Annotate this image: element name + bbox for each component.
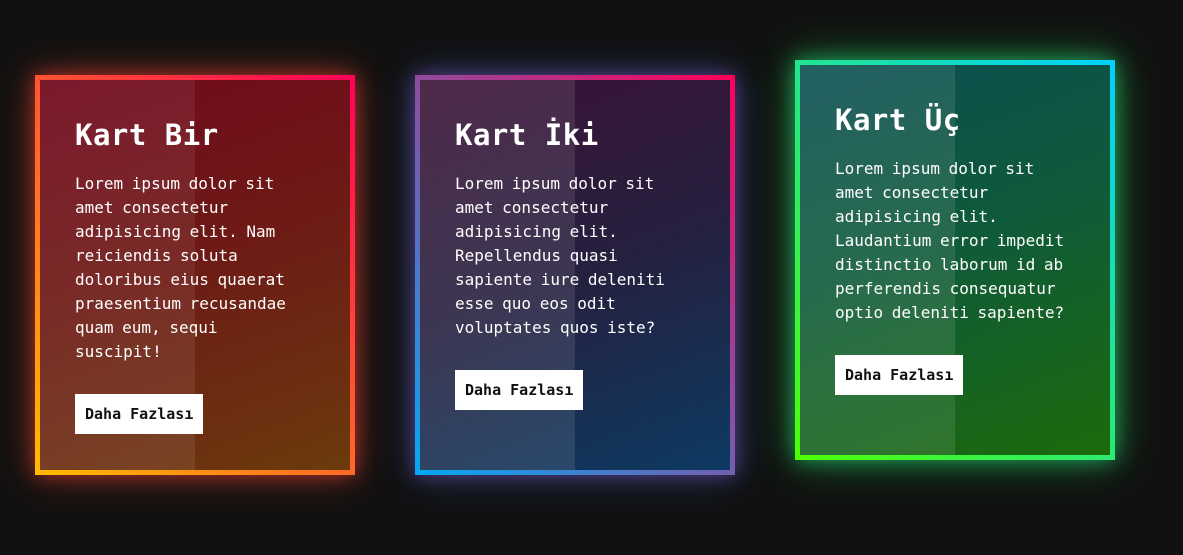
card-one-read-more-button[interactable]: Daha Fazlası: [75, 394, 204, 434]
card-one: Kart Bir Lorem ipsum dolor sit amet cons…: [35, 75, 355, 475]
card-three-read-more-button[interactable]: Daha Fazlası: [835, 355, 964, 395]
card-two-content: Kart İki Lorem ipsum dolor sit amet cons…: [420, 80, 730, 410]
card-three-title: Kart Üç: [835, 103, 961, 137]
card-one-text: Lorem ipsum dolor sit amet consectetur a…: [75, 174, 286, 361]
card-three-content: Kart Üç Lorem ipsum dolor sit amet conse…: [800, 65, 1110, 395]
card-three: Kart Üç Lorem ipsum dolor sit amet conse…: [795, 60, 1115, 460]
card-two: Kart İki Lorem ipsum dolor sit amet cons…: [415, 75, 735, 475]
card-one-content: Kart Bir Lorem ipsum dolor sit amet cons…: [40, 80, 350, 434]
card-two-read-more-button[interactable]: Daha Fazlası: [455, 370, 584, 410]
card-two-title: Kart İki: [455, 118, 599, 152]
cards-stage: Kart Bir Lorem ipsum dolor sit amet cons…: [0, 0, 1183, 555]
card-one-title: Kart Bir: [75, 118, 219, 152]
card-three-text: Lorem ipsum dolor sit amet consectetur a…: [835, 159, 1065, 322]
card-three-panel: Kart Üç Lorem ipsum dolor sit amet conse…: [800, 65, 1110, 455]
card-one-panel: Kart Bir Lorem ipsum dolor sit amet cons…: [40, 80, 350, 470]
card-two-panel: Kart İki Lorem ipsum dolor sit amet cons…: [420, 80, 730, 470]
card-two-text: Lorem ipsum dolor sit amet consectetur a…: [455, 174, 665, 337]
